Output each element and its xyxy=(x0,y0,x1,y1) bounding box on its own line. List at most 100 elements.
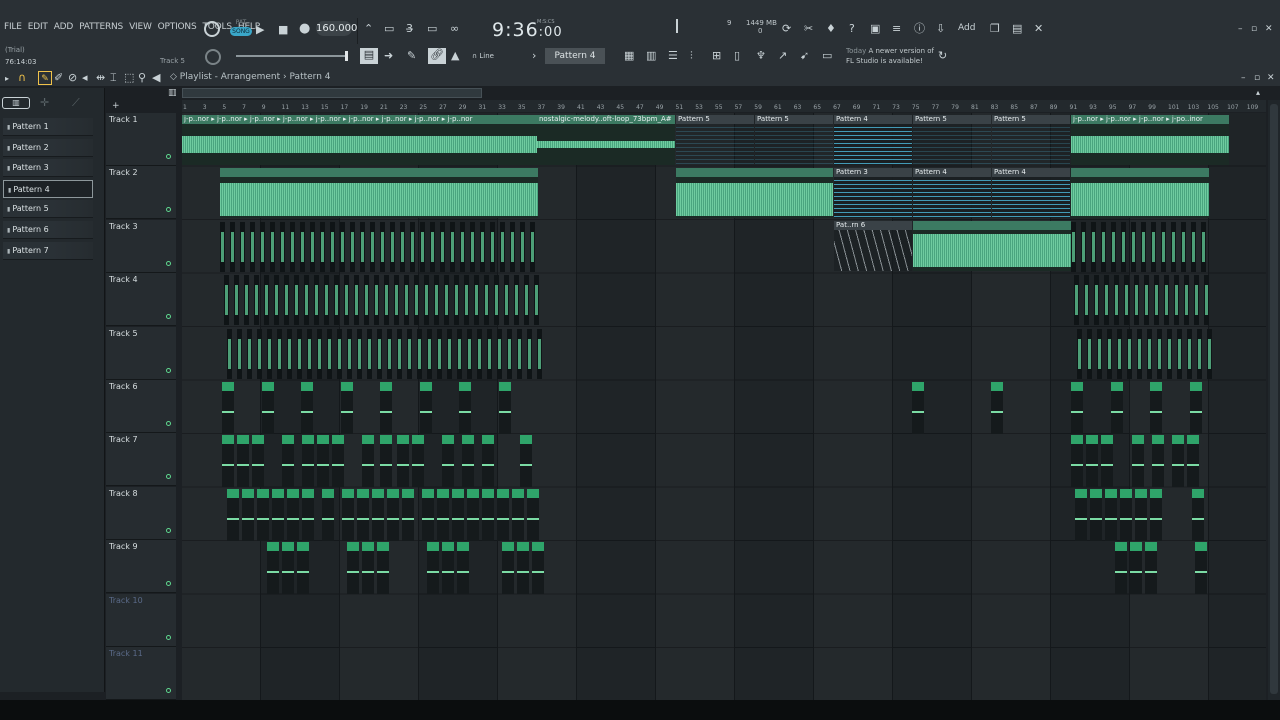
drum-slice-clip[interactable] xyxy=(294,275,299,326)
note-clip[interactable] xyxy=(380,391,392,434)
drum-slice-clip[interactable] xyxy=(330,221,335,272)
drum-slice-clip[interactable] xyxy=(1187,328,1192,379)
note-clip-header[interactable] xyxy=(397,435,409,445)
note-clip-header[interactable] xyxy=(1075,488,1087,498)
note-clip[interactable] xyxy=(237,444,249,488)
drum-slice-clip[interactable] xyxy=(427,328,432,379)
delete-icon[interactable]: ⊘ xyxy=(68,71,77,85)
note-clip[interactable] xyxy=(1150,497,1162,541)
drum-slice-clip[interactable] xyxy=(397,328,402,379)
pattern-clip[interactable]: Pattern 3 xyxy=(834,168,912,218)
drum-slice-clip[interactable] xyxy=(1091,221,1096,272)
drum-slice-clip[interactable] xyxy=(280,221,285,272)
note-clip[interactable] xyxy=(362,444,374,488)
note-clip[interactable] xyxy=(482,497,494,541)
drum-slice-clip[interactable] xyxy=(1104,275,1109,326)
track-enable-icon[interactable] xyxy=(166,688,171,693)
note-clip[interactable] xyxy=(272,497,284,541)
drum-slice-clip[interactable] xyxy=(510,221,515,272)
note-clip[interactable] xyxy=(322,497,334,541)
track-header[interactable]: Track 9 xyxy=(106,540,176,594)
note-clip-header[interactable] xyxy=(380,382,392,391)
note-clip-header[interactable] xyxy=(287,488,299,498)
note-clip[interactable] xyxy=(1135,497,1147,541)
drum-slice-clip[interactable] xyxy=(247,328,252,379)
drum-slice-clip[interactable] xyxy=(430,221,435,272)
note-clip-header[interactable] xyxy=(912,382,924,391)
drum-slice-clip[interactable] xyxy=(440,221,445,272)
track-enable-icon[interactable] xyxy=(166,527,171,533)
note-clip[interactable] xyxy=(412,444,424,488)
speaker-icon[interactable]: ◀ xyxy=(152,71,160,85)
note-clip-header[interactable] xyxy=(482,488,494,498)
pitch-knob[interactable] xyxy=(205,49,221,65)
note-clip-header[interactable] xyxy=(462,435,474,445)
pattern-clip[interactable]: Pattern 4 xyxy=(913,168,991,218)
folder-icon[interactable]: ▯ xyxy=(734,49,740,63)
audio-clip-track3[interactable] xyxy=(913,221,1071,271)
note-clip-header[interactable] xyxy=(1195,542,1207,552)
drum-slice-clip[interactable] xyxy=(407,328,412,379)
drum-slice-clip[interactable] xyxy=(1077,328,1082,379)
tempo-tap-icon[interactable]: ↗ xyxy=(778,49,787,63)
slice-icon[interactable]: ⌶ xyxy=(110,71,117,85)
note-clip[interactable] xyxy=(1192,497,1204,541)
note-clip[interactable] xyxy=(1120,497,1132,541)
note-clip-header[interactable] xyxy=(282,435,294,445)
drum-slice-clip[interactable] xyxy=(437,328,442,379)
drum-slice-clip[interactable] xyxy=(410,221,415,272)
song-mode-label[interactable]: SONG xyxy=(230,27,252,36)
note-clip[interactable] xyxy=(502,551,514,595)
note-clip[interactable] xyxy=(261,391,274,434)
drum-slice-clip[interactable] xyxy=(354,275,359,326)
note-clip-header[interactable] xyxy=(340,382,353,391)
step-seq-icon[interactable]: ☰ xyxy=(668,49,678,63)
note-clip-header[interactable] xyxy=(419,382,432,391)
countdown-icon[interactable]: 3̶ xyxy=(406,22,413,36)
note-clip-header[interactable] xyxy=(237,435,249,445)
stop-icon[interactable]: ■ xyxy=(278,23,288,37)
note-clip-header[interactable] xyxy=(261,382,274,391)
note-clip[interactable] xyxy=(517,551,529,595)
drum-slice-clip[interactable] xyxy=(320,221,325,272)
menu-view[interactable]: VIEW xyxy=(129,22,152,32)
note-clip-header[interactable] xyxy=(1172,435,1184,445)
drum-slice-clip[interactable] xyxy=(227,328,232,379)
drum-slice-clip[interactable] xyxy=(1184,275,1189,326)
track-header[interactable]: Track 3 xyxy=(106,219,176,273)
note-clip-header[interactable] xyxy=(1150,382,1162,391)
note-clip[interactable] xyxy=(520,444,532,488)
close-icon[interactable]: ✕ xyxy=(1265,24,1273,34)
note-clip-header[interactable] xyxy=(362,542,374,552)
pattern-list-item[interactable]: Pattern 5 xyxy=(3,200,93,219)
drum-slice-clip[interactable] xyxy=(1107,328,1112,379)
note-clip[interactable] xyxy=(1111,391,1123,434)
note-clip[interactable] xyxy=(1086,444,1098,488)
drum-slice-clip[interactable] xyxy=(1177,328,1182,379)
tempo-display[interactable]: 160.000 xyxy=(316,21,357,36)
note-clip[interactable] xyxy=(459,391,471,434)
menu-add[interactable]: ADD xyxy=(54,22,74,32)
drum-slice-clip[interactable] xyxy=(394,275,399,326)
note-clip[interactable] xyxy=(1071,391,1083,434)
drum-slice-clip[interactable] xyxy=(1111,221,1116,272)
drum-slice-clip[interactable] xyxy=(1114,275,1119,326)
add-button[interactable]: Add xyxy=(958,23,975,33)
drum-slice-clip[interactable] xyxy=(224,275,229,326)
drum-slice-clip[interactable] xyxy=(417,328,422,379)
note-clip[interactable] xyxy=(302,444,314,488)
drum-slice-clip[interactable] xyxy=(284,275,289,326)
note-clip[interactable] xyxy=(1101,444,1113,488)
drum-slice-clip[interactable] xyxy=(1137,328,1142,379)
playlist-close-icon[interactable]: ✕ xyxy=(1267,73,1275,83)
audio-clip-track2-b[interactable] xyxy=(676,168,833,218)
drum-slice-clip[interactable] xyxy=(450,221,455,272)
drum-slice-clip[interactable] xyxy=(444,275,449,326)
menu-edit[interactable]: EDIT xyxy=(28,22,48,32)
note-clip-header[interactable] xyxy=(377,542,389,552)
track-header[interactable]: Track 8 xyxy=(106,486,176,540)
note-clip-header[interactable] xyxy=(222,435,234,445)
drum-slice-clip[interactable] xyxy=(347,328,352,379)
note-clip[interactable] xyxy=(991,391,1003,434)
slip-icon[interactable]: ⇹ xyxy=(96,71,105,85)
